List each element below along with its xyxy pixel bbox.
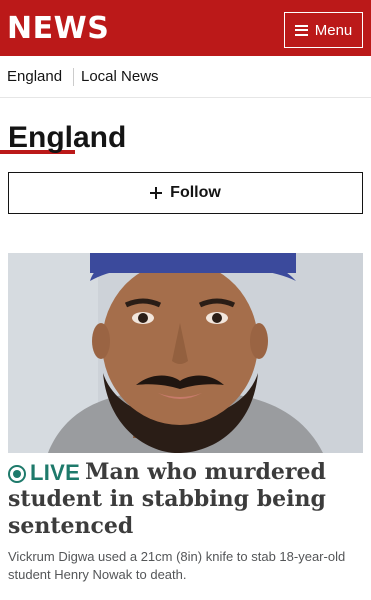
story-image[interactable] xyxy=(8,253,363,453)
hamburger-icon xyxy=(294,24,308,36)
menu-button[interactable]: Menu xyxy=(284,12,363,48)
news-logo[interactable]: NEWS xyxy=(7,11,109,47)
follow-label: Follow xyxy=(170,184,221,201)
menu-label: Menu xyxy=(314,21,353,39)
live-indicator-icon xyxy=(8,464,26,483)
nav-divider xyxy=(73,68,74,86)
story-headline[interactable]: LIVE Man who murdered student in stabbin… xyxy=(8,459,363,540)
nav-item-local-news[interactable]: Local News xyxy=(81,68,159,86)
section-nav: England Local News xyxy=(0,56,371,154)
page-title: England xyxy=(8,121,127,154)
follow-button[interactable]: Follow xyxy=(8,172,363,214)
live-badge: LIVE xyxy=(8,459,80,486)
portrait-photo xyxy=(8,253,363,453)
story-summary: Vickrum Digwa used a 21cm (8in) knife to… xyxy=(8,549,346,582)
live-label: LIVE xyxy=(30,460,81,485)
top-bar: NEWS Menu xyxy=(0,0,371,56)
nav-item-england[interactable]: England xyxy=(7,68,62,86)
plus-icon xyxy=(150,187,163,199)
